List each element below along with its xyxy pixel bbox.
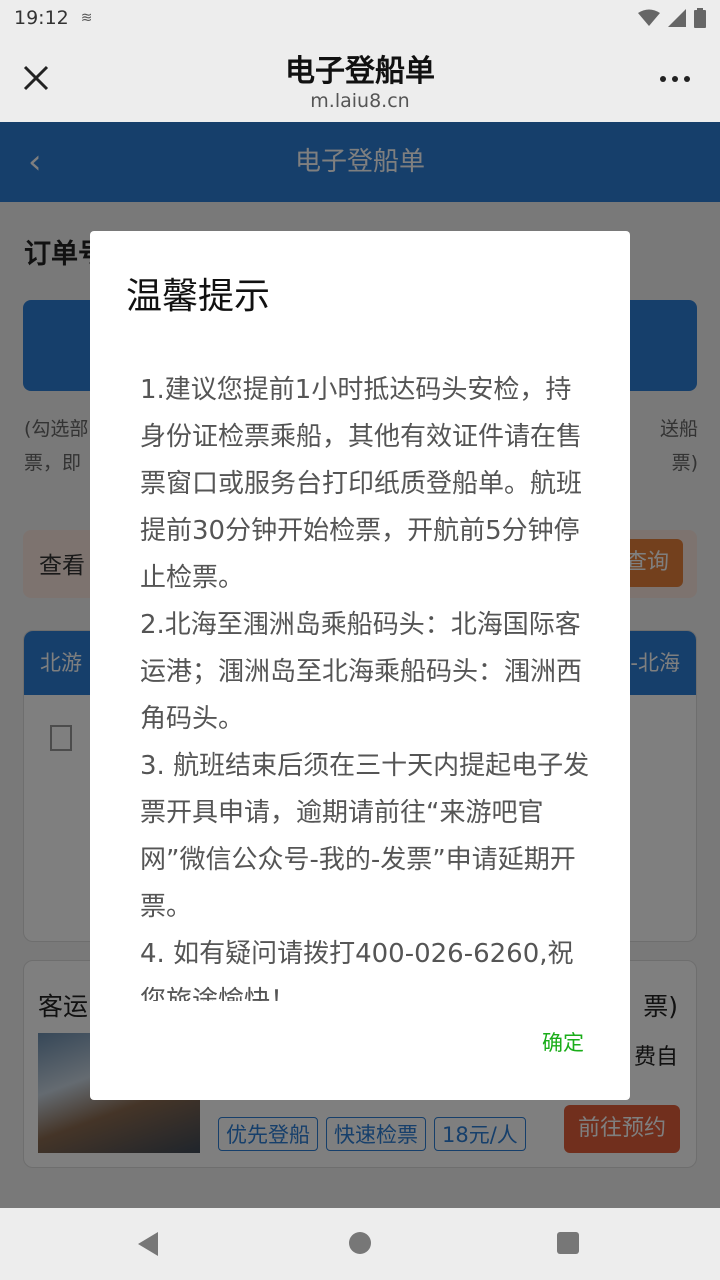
dialog-body[interactable]: 1.建议您提前1小时抵达码头安检，持身份证检票乘船，其他有效证件请在售票窗口或服…	[140, 367, 590, 1001]
nav-home-icon[interactable]	[349, 1232, 371, 1254]
browser-bar: 电子登船单 m.laiu8.cn	[0, 36, 720, 122]
ticket-icon: ≋	[80, 10, 93, 26]
dialog-title: 温馨提示	[126, 276, 271, 317]
nav-back-icon[interactable]	[138, 1232, 158, 1256]
more-options-icon[interactable]	[660, 76, 690, 82]
tip-paragraph-2: 2.北海至涠洲岛乘船码头：北海国际客运港；涠洲岛至北海乘船码头：涠洲西角码头。	[140, 610, 583, 734]
tip-paragraph-3: 3. 航班结束后须在三十天内提起电子发票开具申请，逾期请前往“来游吧官网”微信公…	[140, 751, 590, 922]
wifi-icon	[638, 9, 660, 26]
tip-paragraph-4: 4. 如有疑问请拨打400-026-6260,祝您旅途愉快！	[140, 939, 574, 1001]
browser-title: 电子登船单	[285, 54, 435, 89]
status-time: 19:12	[14, 7, 69, 29]
tip-paragraph-1: 1.建议您提前1小时抵达码头安检，持身份证检票乘船，其他有效证件请在售票窗口或服…	[140, 375, 583, 593]
confirm-button[interactable]: 确定	[542, 1027, 584, 1057]
signal-icon	[668, 9, 686, 27]
nav-recents-icon[interactable]	[557, 1232, 579, 1254]
system-nav-bar	[0, 1208, 720, 1280]
browser-url: m.laiu8.cn	[310, 90, 410, 112]
status-bar: 19:12 ≋	[0, 0, 720, 36]
battery-icon	[694, 8, 706, 28]
tips-dialog: 温馨提示 1.建议您提前1小时抵达码头安检，持身份证检票乘船，其他有效证件请在售…	[90, 231, 630, 1100]
